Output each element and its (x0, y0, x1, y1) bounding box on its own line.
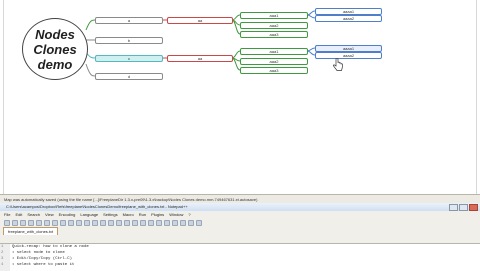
mindmap-canvas[interactable]: Nodes Clones demo a b c d aa aa aaa1 aaa… (0, 0, 480, 194)
zoom-in-icon[interactable] (116, 219, 122, 226)
menu-settings[interactable]: Settings (103, 211, 117, 218)
stop-macro-icon[interactable] (172, 219, 178, 226)
node-aaa3-clone[interactable]: aaa3 (240, 67, 308, 74)
line-number: 3 (1, 257, 4, 261)
menu-search[interactable]: Search (27, 211, 40, 218)
node-aaaa2[interactable]: aaaa2 (315, 15, 382, 22)
undo-icon[interactable] (84, 219, 90, 226)
menu-window[interactable]: Window (169, 211, 183, 218)
window-title-bar[interactable]: C:\Users\acampos\Dropbox\Refs\freeplane\… (0, 203, 480, 211)
maximize-button[interactable] (459, 204, 468, 211)
tab-freeplane-with-clones[interactable]: freeplane_with_clones.txt (3, 227, 59, 235)
node-aaa2-clone[interactable]: aaa2 (240, 58, 308, 65)
new-file-icon[interactable] (4, 219, 10, 226)
close-all-icon[interactable] (44, 219, 50, 226)
run-macro-icon[interactable] (188, 219, 194, 226)
play-macro-icon[interactable] (180, 219, 186, 226)
save-macro-icon[interactable] (196, 219, 202, 226)
notepad-window: C:\Users\acampos\Dropbox\Refs\freeplane\… (0, 203, 480, 271)
node-c[interactable]: c (95, 55, 163, 62)
node-aa[interactable]: aa (167, 17, 233, 24)
replace-icon[interactable] (108, 219, 114, 226)
save-all-icon[interactable] (28, 219, 34, 226)
menu-plugins[interactable]: Plugins (151, 211, 164, 218)
menu-language[interactable]: Language (80, 211, 98, 218)
toolbar (0, 218, 480, 227)
node-aaaa1-clone[interactable]: aaaa1 (315, 45, 382, 52)
hand-cursor-icon (333, 58, 343, 71)
save-icon[interactable] (20, 219, 26, 226)
node-b[interactable]: b (95, 37, 163, 44)
cut-icon[interactable] (60, 219, 66, 226)
line-number: 1 (1, 245, 4, 249)
editor-line: • select node to clone (12, 251, 65, 255)
close-button[interactable] (469, 204, 478, 211)
menu-edit[interactable]: Edit (15, 211, 22, 218)
menu-view[interactable]: View (45, 211, 54, 218)
node-aaa1[interactable]: aaa1 (240, 12, 308, 19)
paste-icon[interactable] (76, 219, 82, 226)
text-editor[interactable]: 1 Quick-recap: how to clone a node 2 • s… (0, 243, 480, 271)
menu-file[interactable]: File (4, 211, 10, 218)
menu-bar: File Edit Search View Encoding Language … (0, 211, 480, 218)
menu-help[interactable]: ? (188, 211, 190, 218)
editor-line: Quick-recap: how to clone a node (12, 245, 89, 249)
wrap-icon[interactable] (140, 219, 146, 226)
node-aaaa1[interactable]: aaaa1 (315, 8, 382, 15)
status-bar: Map was automatically saved (using the f… (0, 194, 480, 203)
window-title: C:\Users\acampos\Dropbox\Refs\freeplane\… (6, 204, 188, 209)
root-line-3: demo (37, 56, 73, 72)
root-line-1: Nodes (35, 26, 75, 42)
menu-run[interactable]: Run (139, 211, 146, 218)
show-all-chars-icon[interactable] (148, 219, 154, 226)
menu-macro[interactable]: Macro (123, 211, 134, 218)
copy-icon[interactable] (68, 219, 74, 226)
line-number: 2 (1, 251, 4, 255)
node-aa-clone[interactable]: aa (167, 55, 233, 62)
node-a[interactable]: a (95, 17, 163, 24)
editor-line: • Edit/Copy/Copy (Ctrl-C) (12, 257, 73, 261)
node-d[interactable]: d (95, 73, 163, 80)
menu-encoding[interactable]: Encoding (59, 211, 76, 218)
root-line-2: Clones (33, 41, 77, 57)
node-aaa3[interactable]: aaa3 (240, 31, 308, 38)
open-file-icon[interactable] (12, 219, 18, 226)
tab-bar: freeplane_with_clones.txt (0, 227, 480, 235)
minimize-button[interactable] (449, 204, 458, 211)
indent-guide-icon[interactable] (156, 219, 162, 226)
node-aaa1-clone[interactable]: aaa1 (240, 48, 308, 55)
close-file-icon[interactable] (36, 219, 42, 226)
node-aaa2[interactable]: aaa2 (240, 22, 308, 29)
root-node[interactable]: Nodes Clones demo (22, 18, 88, 80)
record-macro-icon[interactable] (164, 219, 170, 226)
redo-icon[interactable] (92, 219, 98, 226)
zoom-out-icon[interactable] (124, 219, 130, 226)
node-aaaa2-clone[interactable]: aaaa2 (315, 52, 382, 59)
print-icon[interactable] (52, 219, 58, 226)
find-icon[interactable] (100, 219, 106, 226)
editor-line: • select where to paste it (12, 263, 75, 267)
line-number: 4 (1, 263, 4, 267)
sync-scroll-icon[interactable] (132, 219, 138, 226)
